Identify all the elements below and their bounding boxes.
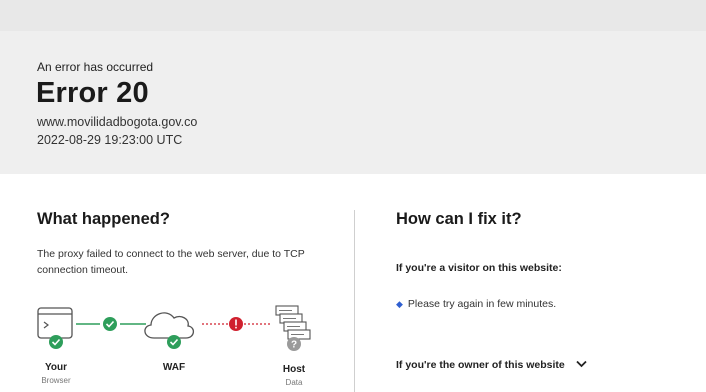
node-label-host: Host [282, 364, 306, 375]
link-ok-icon [103, 317, 117, 331]
owner-heading: If you're the owner of this website [396, 359, 565, 371]
browser-ok-icon [49, 335, 63, 349]
visitor-item: ◆ Please try again in few minutes. [396, 298, 556, 310]
top-strip [0, 0, 706, 31]
error-title: Error 20 [36, 77, 149, 109]
node-label-waf: WAF [162, 362, 186, 373]
what-happened-title: What happened? [37, 210, 170, 228]
owner-section-toggle[interactable]: If you're the owner of this website [396, 359, 587, 371]
visitor-item-text: Please try again in few minutes. [407, 298, 557, 310]
visitor-heading: If you're a visitor on this website: [396, 262, 562, 274]
how-to-fix-title: How can I fix it? [396, 210, 522, 228]
node-label-browser: Your [44, 362, 68, 373]
server-icon [275, 305, 311, 340]
error-page: An error has occurred Error 20 www.movil… [0, 0, 706, 392]
content-panel: What happened? The proxy failed to conne… [0, 174, 706, 392]
svg-text:?: ? [291, 340, 297, 351]
diamond-bullet-icon: ◆ [396, 299, 403, 309]
domain-text: www.movilidadbogota.gov.co [37, 115, 198, 129]
waf-ok-icon [167, 335, 181, 349]
cloud-icon [144, 312, 195, 339]
timestamp-text: 2022-08-29 19:23:00 UTC [37, 133, 183, 147]
error-label: An error has occurred [37, 60, 154, 74]
chevron-down-icon [576, 359, 587, 371]
node-sublabel-browser: Browser [41, 376, 71, 385]
node-sublabel-host: Data [285, 378, 303, 387]
error-header: An error has occurred Error 20 www.movil… [0, 31, 706, 174]
connection-diagram: ? Your Browser WAF Host Data [30, 300, 330, 392]
column-divider [354, 210, 355, 392]
what-happened-description: The proxy failed to connect to the web s… [37, 248, 305, 276]
browser-icon [37, 307, 73, 339]
